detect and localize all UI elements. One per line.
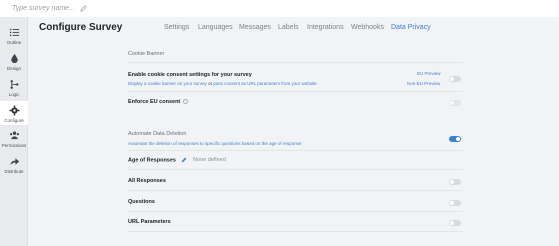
url-parameters-label: URL Parameters xyxy=(128,219,171,225)
top-bar: Type survey name... xyxy=(0,0,559,17)
sidebar-item-label: Permissions xyxy=(1,143,27,148)
enable-cookie-toggle[interactable] xyxy=(449,76,461,82)
tab-data-privacy[interactable]: Data Privacy xyxy=(391,24,431,31)
droplet-icon xyxy=(10,53,18,64)
sidebar-item-design[interactable]: Design xyxy=(0,53,28,71)
survey-name-input[interactable]: Type survey name... xyxy=(12,5,75,12)
edit-pencil-icon[interactable] xyxy=(181,157,187,163)
all-responses-toggle[interactable] xyxy=(449,179,461,185)
cookie-section-title: Cookie Banner xyxy=(128,51,165,57)
sidebar-item-label: Logic xyxy=(8,92,20,97)
questions-label: Questions xyxy=(128,199,155,205)
divider xyxy=(128,169,463,170)
gear-icon xyxy=(9,105,19,116)
automate-deletion-toggle[interactable] xyxy=(449,136,461,142)
url-parameters-toggle[interactable] xyxy=(449,220,461,226)
tab-messages[interactable]: Messages xyxy=(239,24,271,31)
users-icon xyxy=(9,131,19,140)
divider xyxy=(128,190,463,191)
cookie-banner-link[interactable]: Display a cookie banner on your survey xyxy=(128,81,207,86)
page-title: Configure Survey xyxy=(39,22,123,33)
sidebar-item-distribute[interactable]: Distribute xyxy=(0,156,28,174)
tab-settings[interactable]: Settings xyxy=(164,24,189,31)
enable-cookie-description: Display a cookie banner on your survey o… xyxy=(128,81,317,86)
questions-toggle[interactable] xyxy=(449,200,461,206)
age-of-responses-label: Age of Responses None defined xyxy=(128,157,226,163)
url-parameters-link[interactable]: pass consent as URL parameters from your… xyxy=(213,81,316,86)
sidebar: Outline Design Logic Configure Permissio… xyxy=(0,17,28,246)
eu-preview-link[interactable]: EU Preview xyxy=(417,71,441,76)
page-header: Configure Survey Settings Languages Mess… xyxy=(28,17,559,40)
enable-cookie-label: Enable cookie consent settings for your … xyxy=(128,72,252,78)
tab-integrations[interactable]: Integrations xyxy=(307,24,344,31)
divider xyxy=(128,62,463,63)
data-privacy-panel: Cookie Banner Enable cookie consent sett… xyxy=(117,42,474,246)
sidebar-item-label: Design xyxy=(6,66,21,71)
deletion-description: Automate the deletion of responses to sp… xyxy=(128,141,302,146)
enforce-eu-label: Enforce EU consent xyxy=(128,99,189,105)
divider xyxy=(128,211,463,212)
tab-labels[interactable]: Labels xyxy=(278,24,299,31)
enforce-eu-toggle[interactable] xyxy=(449,100,461,106)
deletion-section-title: Automate Data Deletion xyxy=(128,131,187,137)
sidebar-item-label: Configure xyxy=(4,118,24,123)
divider xyxy=(128,150,463,151)
divider xyxy=(128,231,463,232)
tab-webhooks[interactable]: Webhooks xyxy=(351,24,384,31)
all-responses-label: All Responses xyxy=(128,178,166,184)
non-eu-preview-link[interactable]: Non-EU Preview xyxy=(407,81,440,86)
sidebar-item-label: Distribute xyxy=(4,169,24,174)
divider xyxy=(128,91,463,92)
age-value: None defined xyxy=(193,157,226,164)
or-text: or xyxy=(208,81,213,86)
share-icon xyxy=(9,158,19,166)
list-icon xyxy=(9,28,19,37)
edit-pencil-icon[interactable] xyxy=(80,5,87,12)
sidebar-item-permissions[interactable]: Permissions xyxy=(0,130,28,148)
age-label-text: Age of Responses xyxy=(128,157,176,164)
sidebar-item-configure[interactable]: Configure xyxy=(0,101,28,125)
sidebar-item-label: Outline xyxy=(6,40,22,45)
logic-icon xyxy=(10,80,18,89)
enforce-eu-text: Enforce EU consent xyxy=(128,99,181,105)
sidebar-item-logic[interactable]: Logic xyxy=(0,79,28,97)
tab-languages[interactable]: Languages xyxy=(198,24,233,31)
sidebar-item-outline[interactable]: Outline xyxy=(0,27,28,45)
info-icon[interactable] xyxy=(183,99,189,105)
